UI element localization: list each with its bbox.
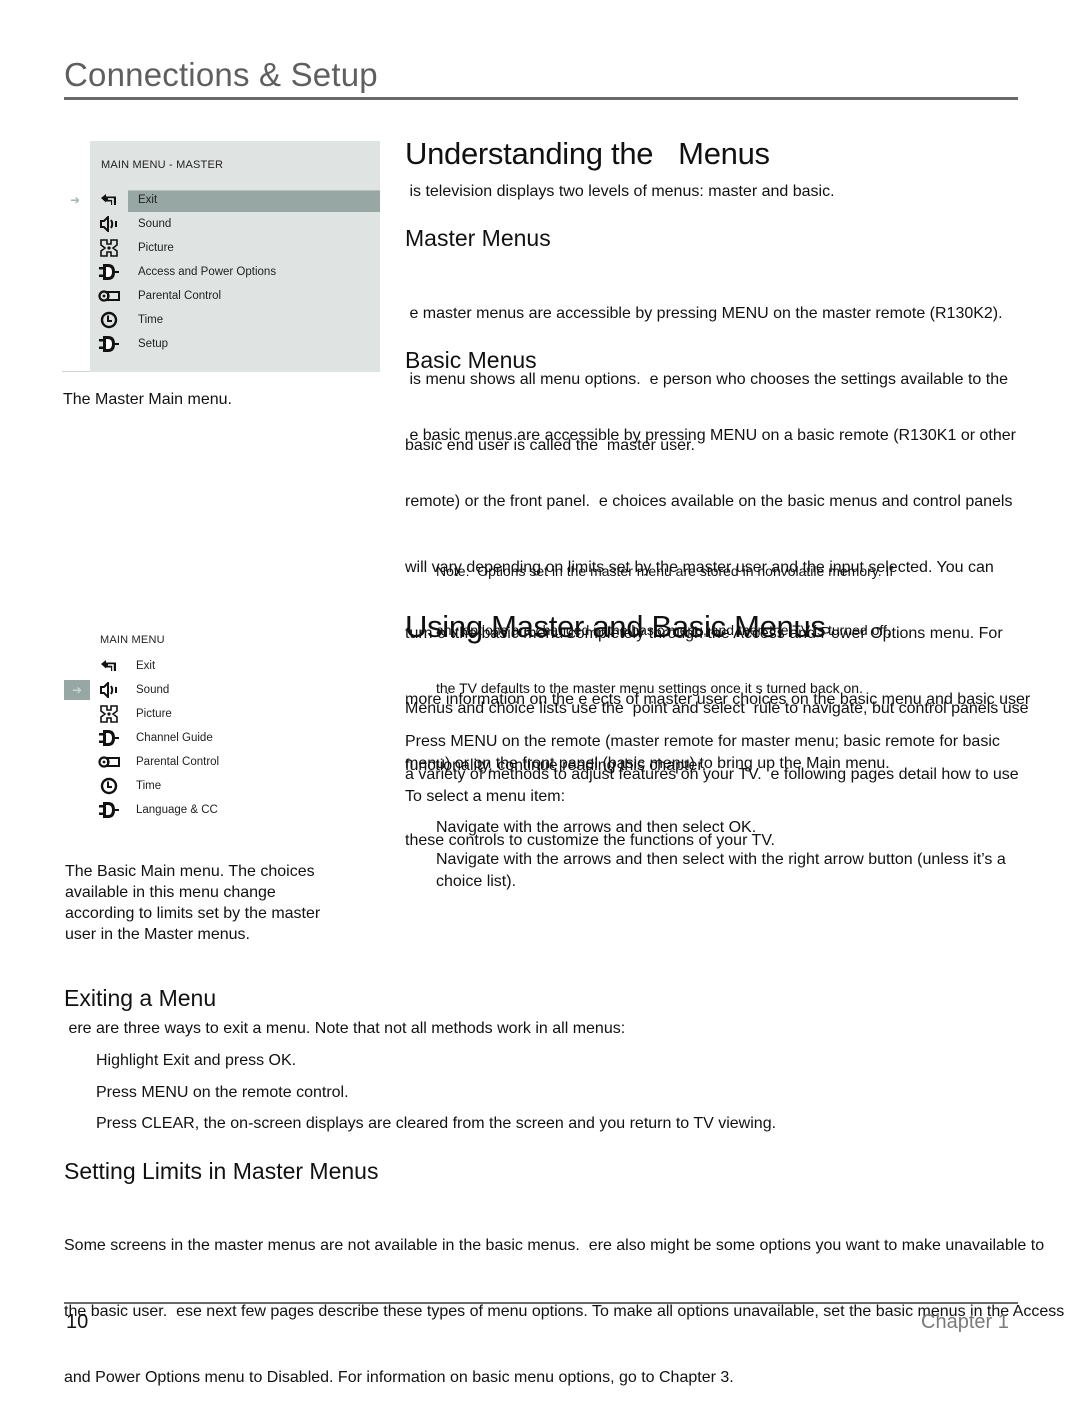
limits-paragraph: Some screens in the master menus are not… — [64, 1191, 1064, 1411]
master-menu-heading: MAIN MENU - MASTER — [101, 159, 224, 171]
caption-line: according to limits set by the master — [65, 905, 321, 922]
select-step-1: Navigate with the arrows and then select… — [436, 819, 757, 836]
subsection-title-exiting: Exiting a Menu — [64, 985, 217, 1011]
clock-icon — [98, 310, 120, 330]
plug-icon — [98, 262, 120, 282]
exit-icon — [98, 190, 120, 210]
master-menu-item-label: Exit — [138, 194, 158, 206]
caption-line: available in this menu change — [65, 884, 276, 901]
chapter-label: Chapter 1 — [921, 1311, 1009, 1333]
basic-menu-item-label: Channel Guide — [136, 732, 213, 744]
master-menu-item-label: Setup — [138, 338, 169, 350]
page-title: Connections & Setup — [64, 56, 378, 93]
select-step-2: Navigate with the arrows and then select… — [436, 849, 1006, 893]
master-menu-item-label: Time — [138, 314, 164, 326]
page-number: 10 — [66, 1311, 89, 1333]
note-line: Note: Options set in the master menu are… — [436, 563, 894, 579]
text-line: Navigate with the arrows and then select… — [436, 851, 1006, 868]
sound-icon — [98, 680, 120, 700]
basic-menu-pointer: ➜ — [64, 680, 90, 700]
using-paragraph-2: Press MENU on the remote (master remote … — [405, 731, 1000, 775]
text-line: e basic menus are accessible by pressing… — [405, 427, 1016, 444]
section-title-using-menus: Using Master and Basic Menus — [405, 609, 826, 644]
subsection-title-basic-menus: Basic Menus — [405, 347, 537, 373]
text-line: Some screens in the master menus are not… — [64, 1237, 1045, 1254]
exit-method-2: Press MENU on the remote control. — [96, 1084, 349, 1101]
clock-icon — [98, 776, 120, 796]
text-line: the basic user. ese next few pages descr… — [64, 1303, 1065, 1320]
plug-icon — [98, 800, 120, 820]
master-menu-item-label: Picture — [138, 242, 174, 254]
basic-menu-item-label: Language & CC — [136, 804, 218, 816]
text-line: and Power Options menu to Disabled. For … — [64, 1369, 734, 1386]
understanding-intro: is television displays two levels of men… — [405, 183, 835, 200]
plug-icon — [98, 728, 120, 748]
select-intro: To select a menu item: — [405, 788, 566, 805]
master-menu-item-label: Parental Control — [138, 290, 222, 302]
caption-line: The Basic Main menu. The choices — [65, 863, 315, 880]
sound-icon — [98, 214, 120, 234]
master-menu-caption: The Master Main menu. — [63, 391, 232, 408]
right-arrow-icon: ➜ — [70, 193, 81, 207]
text-line: choice list). — [436, 873, 517, 890]
exit-method-3: Press CLEAR, the on-screen displays are … — [96, 1115, 777, 1132]
caption-line: user in the Master menus. — [65, 926, 250, 943]
text-line: e master menus are accessible by pressin… — [405, 305, 1003, 322]
text-line: Press MENU on the remote (master remote … — [405, 733, 1000, 750]
master-menu-selection-highlight — [128, 190, 380, 212]
exit-method-1: Highlight Exit and press OK. — [96, 1052, 297, 1069]
basic-menu-heading: MAIN MENU — [100, 634, 165, 646]
exiting-intro: ere are three ways to exit a menu. Note … — [64, 1020, 626, 1037]
basic-menu-item-label: Exit — [136, 660, 156, 672]
footer-divider — [64, 1302, 1018, 1304]
picture-icon — [98, 704, 120, 724]
master-menu-panel — [90, 141, 380, 372]
basic-menu-item-label: Parental Control — [136, 756, 220, 768]
text-line: remote) or the front panel. e choices av… — [405, 493, 1013, 510]
title-divider — [64, 97, 1018, 100]
section-title-understanding: Understanding the Menus — [405, 136, 770, 171]
master-menu-item-label: Access and Power Options — [138, 266, 277, 278]
picture-icon — [98, 238, 120, 258]
exit-icon — [98, 656, 120, 676]
subsection-title-setting-limits: Setting Limits in Master Menus — [64, 1158, 379, 1184]
key-icon — [98, 286, 120, 306]
master-menu-item-label: Sound — [138, 218, 172, 230]
basic-menu-item-label: Sound — [136, 684, 170, 696]
basic-menu-caption: The Basic Main menu. The choices availab… — [65, 861, 320, 945]
right-arrow-icon: ➜ — [71, 683, 83, 697]
text-line: menu) or on the front panel (basic menu)… — [405, 755, 890, 772]
key-icon — [98, 752, 120, 772]
basic-menu-item-label: Picture — [136, 708, 172, 720]
plug-icon — [98, 334, 120, 354]
subsection-title-master-menus: Master Menus — [405, 225, 551, 251]
text-line: Menus and choice lists use the point and… — [405, 700, 1029, 717]
panel-edge-line — [62, 371, 90, 372]
basic-menu-item-label: Time — [136, 780, 162, 792]
